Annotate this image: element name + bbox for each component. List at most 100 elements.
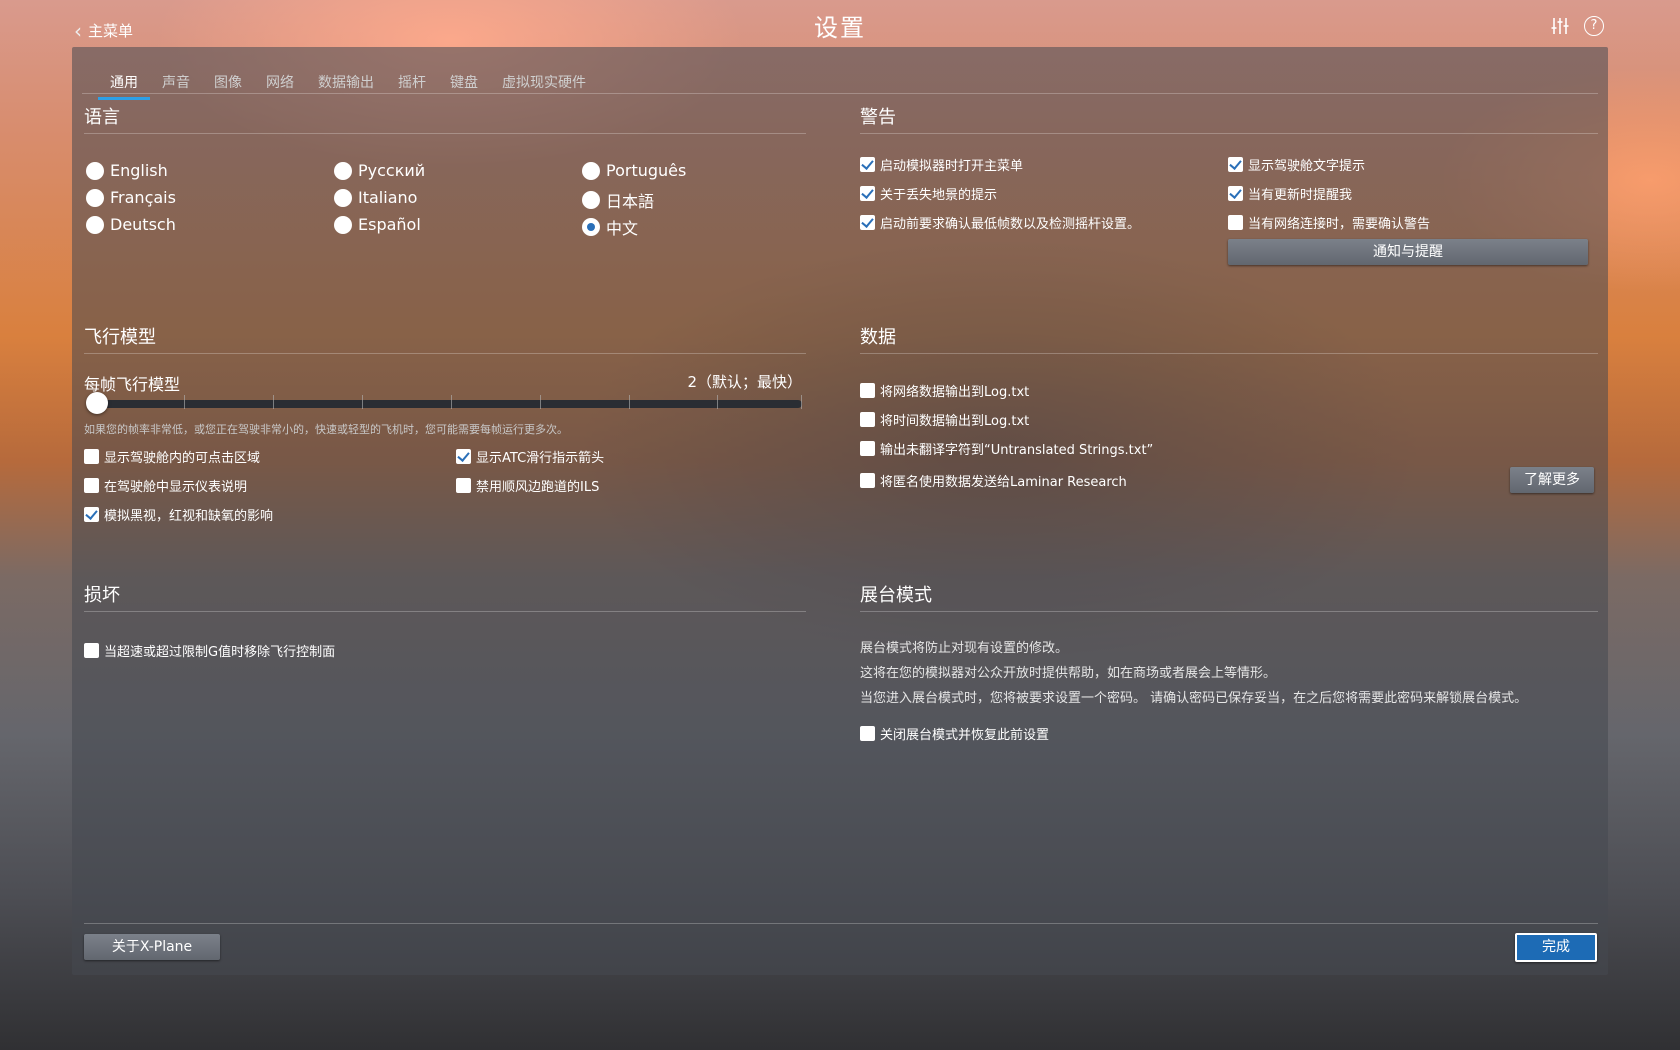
warnings-divider: [860, 133, 1598, 134]
radio-japanese[interactable]: 日本語: [582, 188, 654, 212]
damage-title: 损坏: [84, 585, 120, 606]
radio-label: Français: [110, 188, 176, 207]
checkbox-label: 启动前要求确认最低帧数以及检测摇杆设置。: [880, 217, 1141, 232]
checkbox-label: 显示驾驶舱内的可点击区域: [104, 451, 261, 466]
radio-portuguese[interactable]: Português: [582, 161, 686, 180]
checkbox-label: 显示驾驶舱文字提示: [1248, 159, 1366, 174]
radio-dot: [86, 161, 104, 180]
warnings-title: 警告: [860, 107, 896, 128]
checkbox-disable-downwind-ils[interactable]: 禁用顺风边跑道的ILS: [456, 476, 599, 495]
checkbox-box: [456, 449, 471, 464]
checkbox-box: [860, 157, 875, 172]
checkbox-box: [860, 412, 875, 427]
slider-tick: [184, 395, 185, 409]
kiosk-line-3: 当您进入展台模式时，您将被要求设置一个密码。 请确认密码已保存妥当，在之后您将需…: [860, 691, 1528, 706]
notifications-button[interactable]: 通知与提醒: [1228, 239, 1588, 265]
checkbox-atc-taxi-arrows[interactable]: 显示ATC滑行指示箭头: [456, 447, 604, 466]
checkbox-label: 显示ATC滑行指示箭头: [476, 451, 605, 466]
sliders-icon[interactable]: [1550, 16, 1570, 36]
slider-tick: [273, 395, 274, 409]
checkbox-label: 禁用顺风边跑道的ILS: [476, 480, 600, 495]
checkbox-box: [1228, 186, 1243, 201]
checkbox-box: [1228, 215, 1243, 230]
checkbox-label: 模拟黑视，红视和缺氧的影响: [104, 509, 274, 524]
checkbox-box: [860, 473, 875, 488]
checkbox-confirm-min-fps[interactable]: 启动前要求确认最低帧数以及检测摇杆设置。: [860, 213, 1140, 232]
checkbox-box: [84, 478, 99, 493]
slider-tick: [717, 395, 718, 409]
checkbox-cockpit-text-hints[interactable]: 显示驾驶舱文字提示: [1228, 155, 1365, 174]
learn-more-button[interactable]: 了解更多: [1510, 467, 1594, 493]
radio-german[interactable]: Deutsch: [86, 215, 176, 234]
tab-general[interactable]: 通用: [98, 73, 150, 100]
radio-chinese[interactable]: 中文: [582, 215, 638, 239]
slider-tick: [801, 395, 802, 409]
tab-divider: [82, 93, 1598, 94]
kiosk-title: 展台模式: [860, 585, 932, 606]
checkbox-update-reminder[interactable]: 当有更新时提醒我: [1228, 184, 1352, 203]
radio-italian[interactable]: Italiano: [334, 188, 417, 207]
language-divider: [84, 133, 806, 134]
checkbox-instrument-descriptions[interactable]: 在驾驶舱中显示仪表说明: [84, 476, 247, 495]
checkbox-clickable-regions[interactable]: 显示驾驶舱内的可点击区域: [84, 447, 260, 466]
checkbox-remove-control-surfaces[interactable]: 当超速或超过限制G值时移除飞行控制面: [84, 641, 335, 660]
checkbox-timing-log[interactable]: 将时间数据输出到Log.txt: [860, 410, 1029, 429]
radio-dot: [582, 218, 600, 236]
checkbox-exit-kiosk-mode[interactable]: 关闭展台模式并恢复此前设置: [860, 724, 1049, 743]
radio-spanish[interactable]: Español: [334, 215, 421, 234]
slider-hint: 如果您的帧率非常低，或您正在驾驶非常小的，快速或轻型的飞机时，您可能需要每帧运行…: [84, 423, 568, 436]
radio-dot: [334, 161, 352, 180]
radio-english[interactable]: English: [86, 161, 168, 180]
top-bar: ‹ 主菜单 设置 ?: [0, 0, 1680, 48]
checkbox-label: 将匿名使用数据发送给Laminar Research: [880, 475, 1127, 490]
checkbox-box: [84, 643, 99, 658]
checkbox-label: 关于丢失地景的提示: [880, 188, 998, 203]
checkbox-label: 关闭展台模式并恢复此前设置: [880, 728, 1050, 743]
language-title: 语言: [84, 107, 120, 128]
flight-model-slider-knob[interactable]: [86, 392, 108, 414]
help-icon[interactable]: ?: [1584, 16, 1604, 36]
slider-value: 2（默认；最快）: [687, 373, 802, 391]
flight-model-slider-track[interactable]: [88, 400, 802, 408]
radio-french[interactable]: Français: [86, 188, 176, 207]
checkbox-box: [456, 478, 471, 493]
checkbox-box: [860, 383, 875, 398]
radio-dot: [582, 161, 600, 180]
checkbox-label: 在驾驶舱中显示仪表说明: [104, 480, 248, 495]
checkbox-label: 启动模拟器时打开主菜单: [880, 159, 1024, 174]
radio-russian[interactable]: Русский: [334, 161, 425, 180]
checkbox-box: [84, 449, 99, 464]
radio-label: 中文: [606, 219, 639, 238]
about-xplane-button[interactable]: 关于X-Plane: [84, 934, 220, 960]
radio-dot: [86, 188, 104, 207]
checkbox-open-main-menu[interactable]: 启动模拟器时打开主菜单: [860, 155, 1023, 174]
checkbox-box: [860, 186, 875, 201]
radio-label: Русский: [358, 161, 426, 180]
checkbox-box: [84, 507, 99, 522]
checkbox-untranslated-strings[interactable]: 输出未翻译字符到“Untranslated Strings.txt”: [860, 439, 1153, 458]
checkbox-box: [860, 215, 875, 230]
radio-dot: [334, 188, 352, 207]
checkbox-anonymous-usage[interactable]: 将匿名使用数据发送给Laminar Research: [860, 471, 1127, 490]
tab-bar: 通用 声音 图像 网络 数据输出 摇杆 键盘 虚拟现实硬件: [98, 73, 598, 100]
checkbox-missing-scenery[interactable]: 关于丢失地景的提示: [860, 184, 997, 203]
footer-divider: [84, 923, 1598, 924]
kiosk-line-1: 展台模式将防止对现有设置的修改。: [860, 641, 1069, 656]
data-title: 数据: [860, 327, 896, 348]
radio-dot: [334, 215, 352, 234]
slider-tick: [362, 395, 363, 409]
checkbox-simulate-blackout[interactable]: 模拟黑视，红视和缺氧的影响: [84, 505, 273, 524]
done-button[interactable]: 完成: [1515, 933, 1597, 962]
radio-label: Deutsch: [110, 215, 176, 234]
checkbox-label: 将网络数据输出到Log.txt: [880, 385, 1030, 400]
kiosk-divider: [860, 611, 1598, 612]
checkbox-network-log[interactable]: 将网络数据输出到Log.txt: [860, 381, 1029, 400]
flight-model-title: 飞行模型: [84, 327, 156, 348]
checkbox-box: [860, 726, 875, 741]
radio-dot: [86, 215, 104, 234]
kiosk-line-2: 这将在您的模拟器对公众开放时提供帮助，如在商场或者展会上等情形。: [860, 666, 1277, 681]
checkbox-network-confirm[interactable]: 当有网络连接时，需要确认警告: [1228, 213, 1430, 232]
slider-tick: [540, 395, 541, 409]
radio-dot: [582, 191, 600, 209]
radio-label: Português: [606, 161, 687, 180]
